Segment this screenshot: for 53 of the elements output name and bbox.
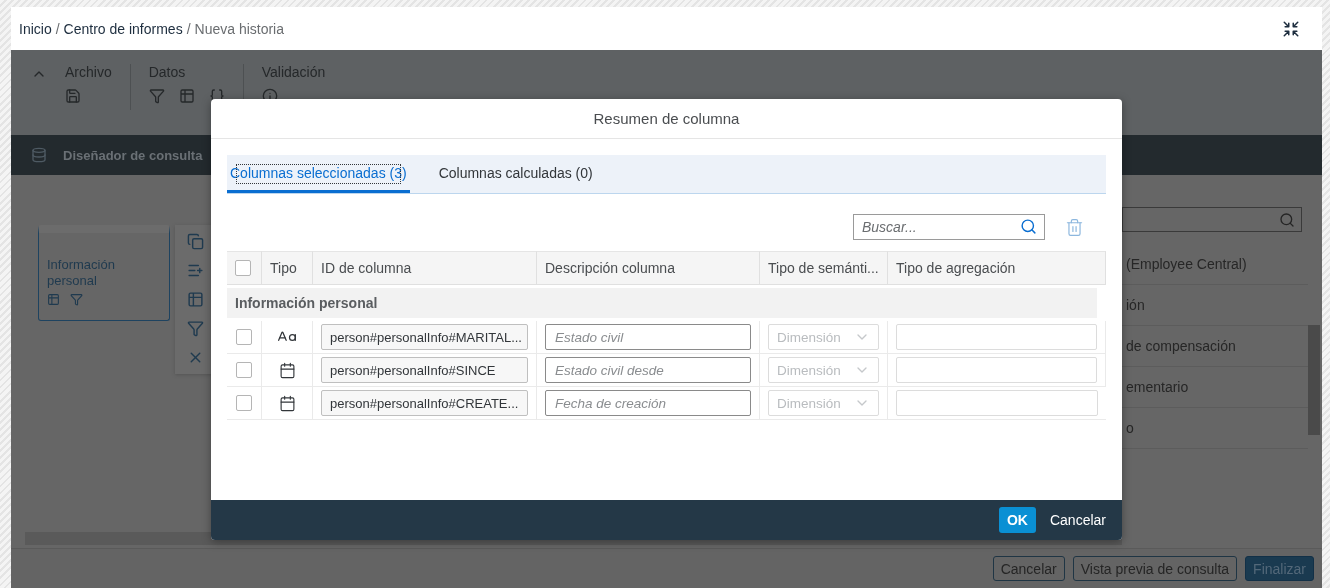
checkbox[interactable] bbox=[235, 260, 251, 276]
breadcrumb-separator: / bbox=[55, 20, 60, 37]
description-field[interactable]: Estado civil bbox=[545, 324, 751, 350]
aggregation-field[interactable] bbox=[896, 357, 1097, 383]
trash-icon[interactable] bbox=[1065, 217, 1084, 237]
filter-icon[interactable] bbox=[148, 88, 165, 104]
column-header: Tipo bbox=[262, 251, 313, 285]
aggregation-field[interactable] bbox=[896, 324, 1097, 350]
column-header: ID de columna bbox=[313, 251, 537, 285]
description-field[interactable]: Estado civil desde bbox=[545, 357, 751, 383]
node-title: Información personal bbox=[47, 257, 116, 289]
group-row: Información personal bbox=[227, 288, 1097, 318]
search-icon[interactable] bbox=[1279, 211, 1295, 228]
column-id-field: person#personalInfo#SINCE bbox=[321, 357, 528, 383]
column-id-field: person#personalInfo#MARITAL... bbox=[321, 324, 528, 350]
checkbox[interactable] bbox=[236, 362, 252, 378]
filter-icon[interactable] bbox=[186, 320, 204, 337]
description-field[interactable]: Fecha de creación bbox=[545, 390, 751, 416]
search-field[interactable]: Buscar... bbox=[853, 214, 1045, 240]
aggregation-field[interactable] bbox=[896, 390, 1098, 416]
tab[interactable]: Columnas calculadas (0) bbox=[435, 155, 596, 193]
scrollbar-thumb[interactable] bbox=[1308, 325, 1320, 435]
exit-fullscreen-icon[interactable] bbox=[1282, 19, 1300, 38]
checkbox[interactable] bbox=[236, 329, 252, 345]
search-icon[interactable] bbox=[1020, 218, 1037, 235]
toolbar-group-label: Validación bbox=[261, 64, 326, 80]
checkbox[interactable] bbox=[236, 395, 252, 411]
column-header: Tipo de semánti... bbox=[760, 251, 888, 285]
table-icon[interactable] bbox=[47, 293, 60, 306]
footer-button[interactable]: Vista previa de consulta bbox=[1072, 556, 1238, 581]
table-icon[interactable] bbox=[186, 291, 204, 308]
cancel-button[interactable]: Cancelar bbox=[1041, 507, 1114, 533]
dialog-title: Resumen de columna bbox=[211, 99, 1122, 139]
node-card[interactable]: Información personal bbox=[38, 225, 170, 321]
column-id-field: person#personalInfo#CREATE... bbox=[321, 390, 528, 416]
search-field[interactable] bbox=[1122, 207, 1302, 232]
add-icon[interactable] bbox=[186, 262, 204, 279]
breadcrumb-link[interactable]: Centro de informes bbox=[63, 20, 183, 37]
table-icon[interactable] bbox=[178, 88, 195, 104]
breadcrumb-link[interactable]: Inicio bbox=[19, 20, 52, 37]
finish-button[interactable]: Finalizar bbox=[1245, 556, 1314, 581]
toolbar-group-label: Datos bbox=[148, 64, 187, 80]
database-icon bbox=[31, 147, 47, 163]
column-header: Descripción columna bbox=[537, 251, 760, 285]
ok-button[interactable]: OK bbox=[998, 507, 1036, 533]
save-icon[interactable] bbox=[65, 88, 81, 104]
copy-icon[interactable] bbox=[186, 233, 204, 250]
footer-button[interactable]: Cancelar bbox=[992, 556, 1065, 581]
toolbar-group-label: Archivo bbox=[65, 64, 112, 80]
designer-title: Diseñador de consulta bbox=[63, 147, 203, 163]
filter-icon[interactable] bbox=[70, 293, 83, 306]
breadcrumb-separator: / bbox=[186, 20, 191, 37]
column-header: Tipo de agregación bbox=[888, 251, 1106, 285]
